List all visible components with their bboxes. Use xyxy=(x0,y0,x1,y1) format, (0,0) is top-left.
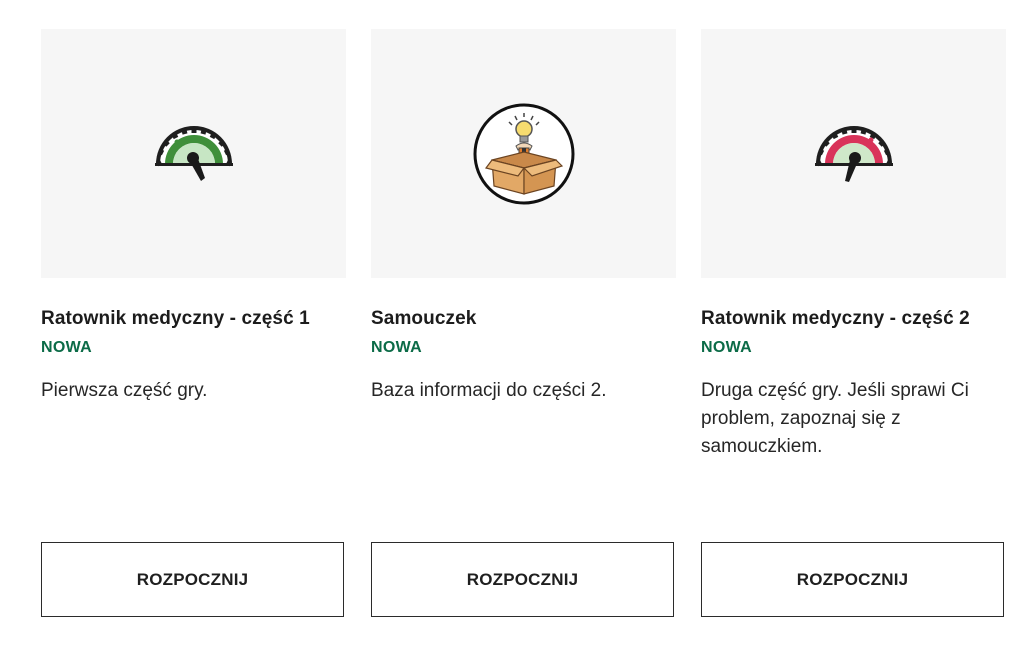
new-badge: NOWA xyxy=(371,339,422,356)
gauge-green-icon xyxy=(154,125,233,181)
start-button[interactable]: ROZPOCZNIJ xyxy=(41,542,344,617)
gauge-red-icon xyxy=(814,125,893,182)
card-title: Samouczek xyxy=(371,308,477,329)
card-thumbnail xyxy=(371,29,676,278)
card-description: Pierwsza część gry. xyxy=(41,380,208,401)
card-title: Ratownik medyczny - część 1 xyxy=(41,308,310,329)
game-card: Ratownik medyczny - część 1 NOWA Pierwsz… xyxy=(41,29,346,619)
start-button[interactable]: ROZPOCZNIJ xyxy=(701,542,1004,617)
lightbulb-box-icon xyxy=(473,103,574,204)
game-cards-grid: Ratownik medyczny - część 1 NOWA Pierwsz… xyxy=(0,0,1034,663)
new-badge: NOWA xyxy=(41,339,92,356)
game-card: Ratownik medyczny - część 2 NOWA Druga c… xyxy=(701,29,1006,619)
card-title: Ratownik medyczny - część 2 xyxy=(701,308,970,329)
card-description: Druga część gry. Jeśli sprawi Ci problem… xyxy=(701,380,969,457)
card-thumbnail xyxy=(41,29,346,278)
new-badge: NOWA xyxy=(701,339,752,356)
start-button[interactable]: ROZPOCZNIJ xyxy=(371,542,674,617)
game-card: Samouczek NOWA Baza informacji do części… xyxy=(371,29,676,619)
card-description: Baza informacji do części 2. xyxy=(371,380,607,401)
card-thumbnail xyxy=(701,29,1006,278)
